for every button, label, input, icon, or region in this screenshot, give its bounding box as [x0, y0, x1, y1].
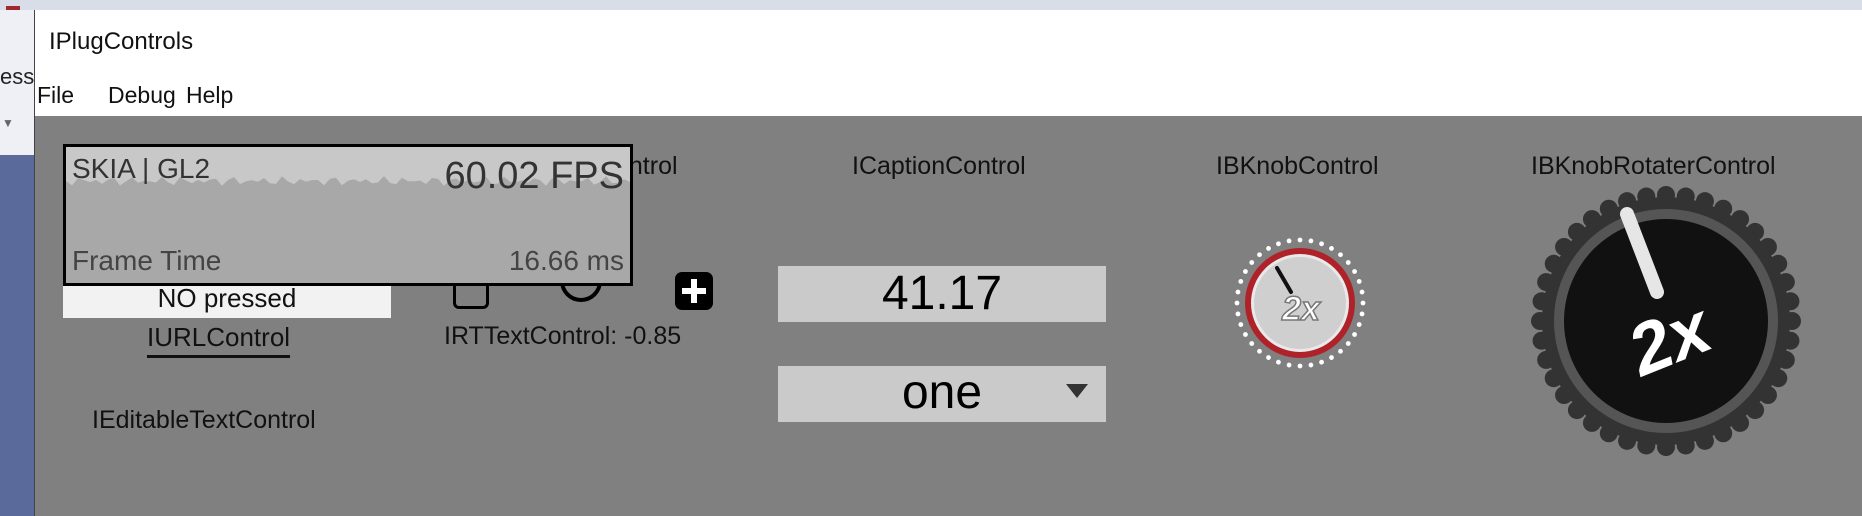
knob-dot — [1360, 300, 1366, 306]
knob-dot — [1308, 362, 1314, 368]
knob-dot — [1329, 246, 1334, 251]
menu-debug[interactable]: Debug — [108, 82, 176, 109]
background-text: ess — [0, 64, 35, 89]
knob-dot — [1243, 269, 1248, 274]
rt-text-control: IRTTextControl: -0.85 — [444, 322, 682, 350]
window-title: IPlugControls — [49, 28, 194, 55]
knob-dot — [1234, 300, 1240, 306]
knob-dot — [1356, 322, 1362, 327]
menu-bar: File Debug Help — [35, 72, 1862, 116]
fps-readout: 60.02 FPS — [444, 155, 624, 197]
bknob-rotater-knob[interactable]: 2x — [1523, 178, 1809, 464]
list-dropdown[interactable]: one — [778, 366, 1106, 422]
knob-dot — [1319, 359, 1324, 365]
knob-dot — [1352, 332, 1357, 337]
knob-dot — [1356, 279, 1362, 284]
plugin-window: IPlugControls File Debug Help ontrol ICa… — [34, 10, 1862, 516]
knob-dot — [1238, 279, 1244, 284]
bknob-rotater-control-label: IBKnobRotaterControl — [1531, 152, 1776, 180]
knob-label: 2x — [1281, 290, 1322, 328]
renderer-label: SKIA | GL2 — [72, 153, 211, 184]
knob-dot — [1276, 359, 1281, 365]
dropdown-arrow-icon — [1066, 384, 1088, 398]
plus-button-icon[interactable] — [675, 272, 713, 310]
performance-overlay: SKIA | GL2 60.02 FPS Frame Time 16.66 ms — [63, 144, 633, 286]
knob-dot — [1257, 252, 1262, 258]
knob-dot — [1249, 260, 1255, 265]
knob-dot — [1297, 363, 1303, 369]
knob-dot — [1338, 252, 1343, 258]
knob-dot — [1308, 238, 1314, 244]
knob-dot — [1249, 341, 1255, 346]
caption-control-label: ICaptionControl — [852, 152, 1026, 180]
knob-dot — [1319, 241, 1324, 247]
background-toolbar — [0, 0, 1862, 10]
knob-dot — [1352, 269, 1357, 274]
chevron-down-icon: ▼ — [2, 116, 14, 130]
knob-dot — [1235, 289, 1241, 295]
knob-dot — [1286, 238, 1292, 244]
bknob-control-knob[interactable]: 2x — [1231, 234, 1369, 372]
knob-dot — [1359, 311, 1365, 317]
knob-dot — [1345, 341, 1351, 346]
plugin-canvas: ontrol ICaptionControl IBKnobControl IBK… — [35, 116, 1862, 516]
knob-dot — [1345, 260, 1351, 265]
list-selected-value: one — [901, 366, 983, 419]
knob-dot — [1266, 355, 1271, 360]
knob-dot — [1266, 246, 1271, 251]
knob-dot — [1329, 355, 1334, 360]
frame-time-value: 16.66 ms — [508, 245, 624, 276]
knob-dot — [1276, 241, 1281, 247]
knob-dot — [1338, 348, 1343, 354]
background-window-fragment: ess ▼ — [0, 10, 34, 155]
knob-dot — [1238, 322, 1244, 327]
knob-dot — [1243, 332, 1248, 337]
editable-text-control[interactable]: IEditableTextControl — [92, 406, 316, 435]
knob-dot — [1359, 289, 1365, 295]
menu-help[interactable]: Help — [186, 82, 233, 109]
frame-time-label: Frame Time — [72, 245, 222, 276]
knob-dot — [1235, 311, 1241, 317]
url-control-link[interactable]: IURLControl — [147, 322, 291, 358]
bknob-control-label: IBKnobControl — [1216, 152, 1379, 180]
knob-dot — [1297, 237, 1303, 243]
knob-dot — [1257, 348, 1262, 354]
menu-file[interactable]: File — [37, 82, 74, 109]
knob-dot — [1286, 362, 1292, 368]
caption-control[interactable]: 41.17 — [778, 266, 1106, 322]
title-bar[interactable]: IPlugControls — [35, 10, 1862, 72]
